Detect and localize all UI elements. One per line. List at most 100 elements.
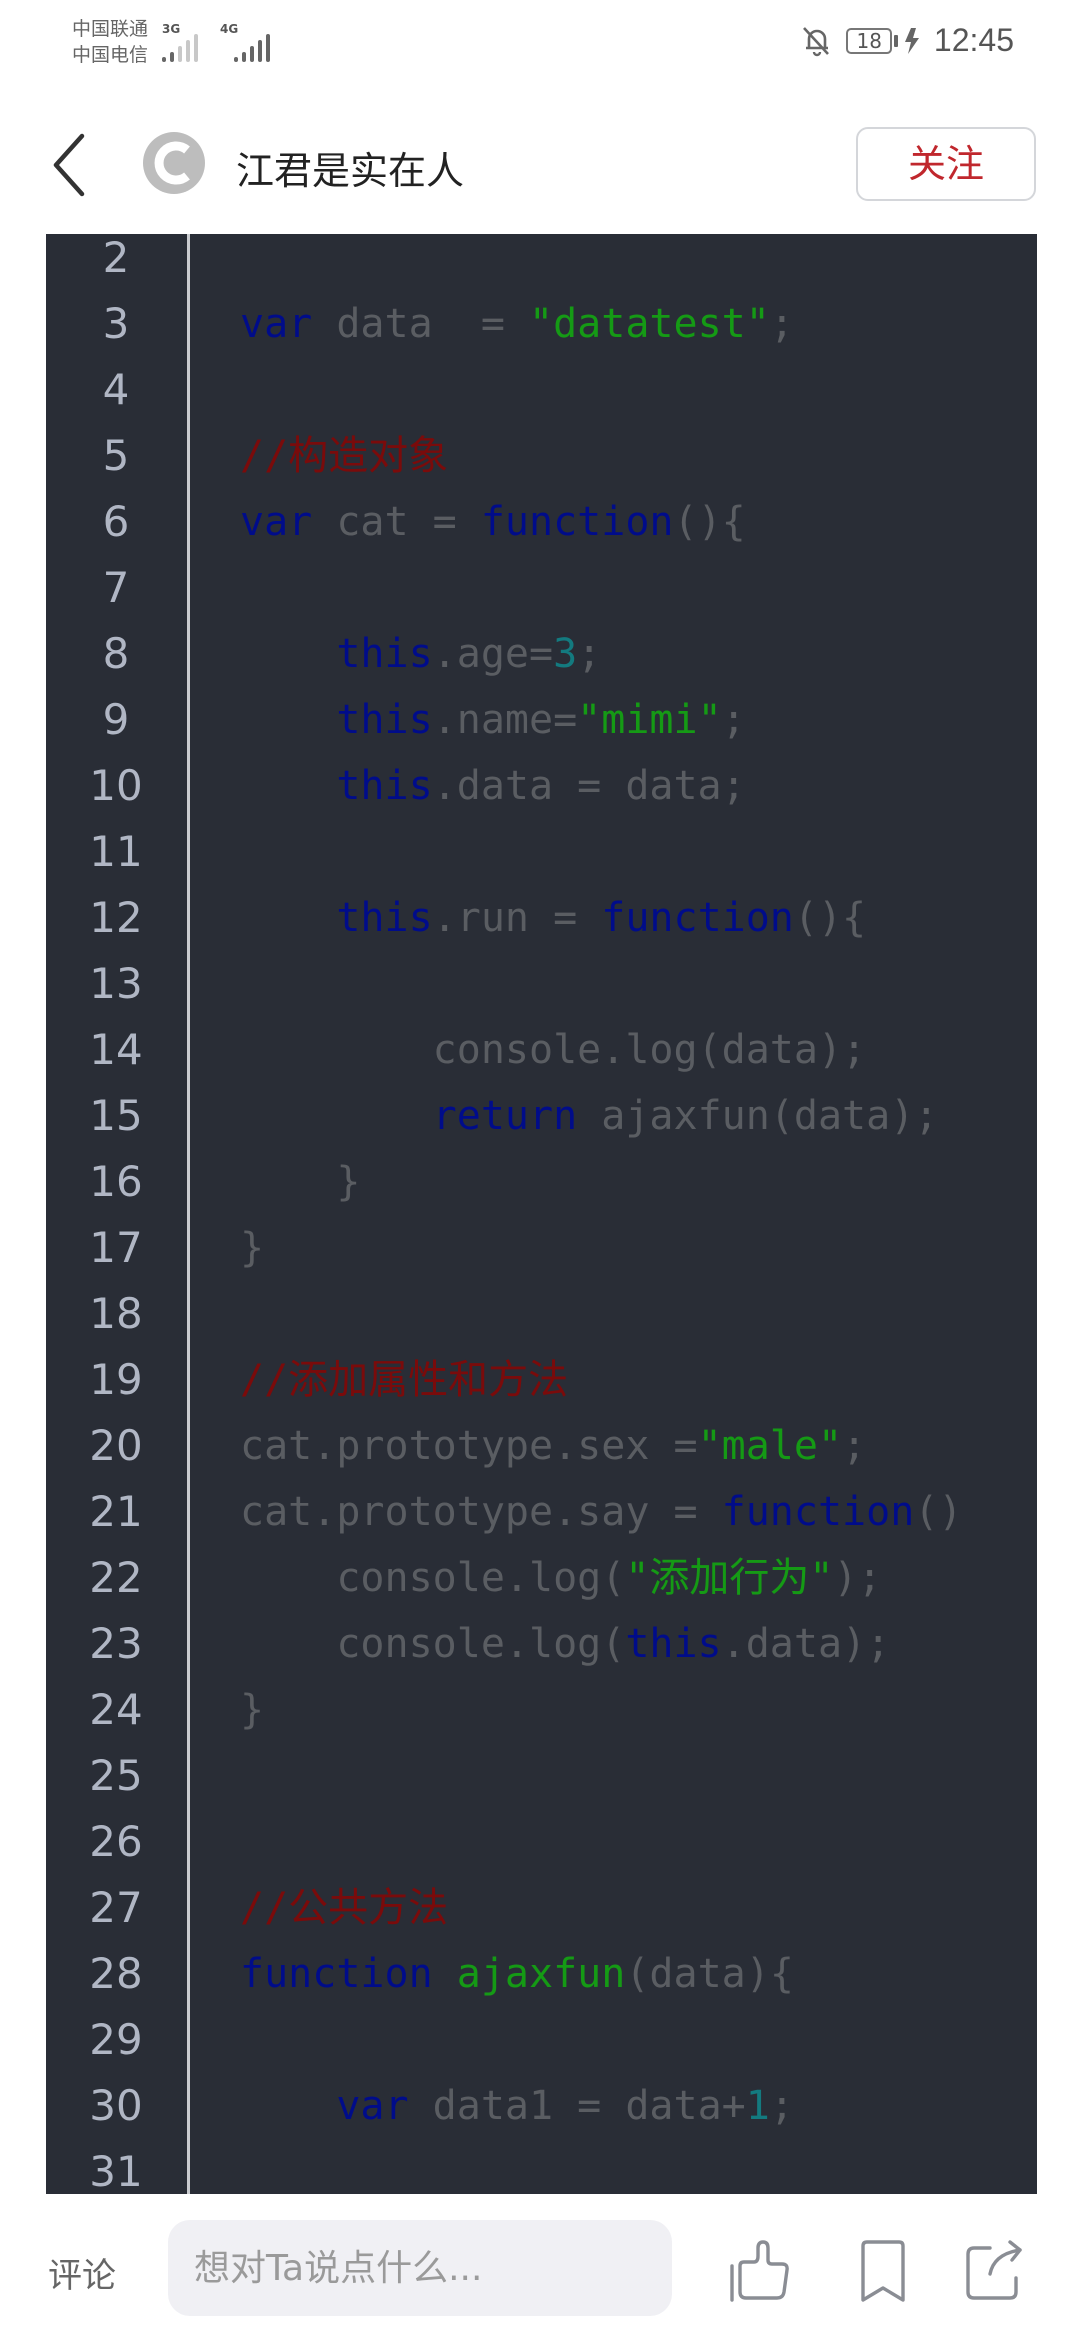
code-token-pl: ; bbox=[721, 697, 746, 743]
line-number: 16 bbox=[89, 1157, 143, 1206]
line-number: 15 bbox=[89, 1091, 143, 1140]
code-token-kw: var bbox=[240, 499, 313, 545]
like-button[interactable] bbox=[728, 2236, 798, 2306]
code-text: this.data = data; bbox=[240, 753, 746, 819]
line-number: 2 bbox=[102, 234, 130, 282]
line-number: 12 bbox=[89, 893, 143, 942]
code-token-kw: return bbox=[432, 1093, 578, 1139]
code-token-cm: //构造对象 bbox=[240, 433, 449, 479]
author-avatar[interactable] bbox=[143, 132, 205, 194]
battery-icon: 18 bbox=[846, 27, 898, 54]
signal-3g-icon: 3G bbox=[162, 22, 198, 62]
code-token-pl: data1 = data+ bbox=[408, 2083, 746, 2129]
line-number: 8 bbox=[102, 629, 130, 678]
code-token-pl: .age= bbox=[432, 631, 554, 677]
code-token-kw: this bbox=[625, 1621, 722, 1667]
code-line: 12 this.run = function(){ bbox=[46, 885, 1037, 951]
share-icon bbox=[966, 2240, 1022, 2300]
code-token-pl: } bbox=[240, 1225, 265, 1271]
code-text: //公共方法 bbox=[240, 1875, 448, 1941]
code-token-cm: //添加属性和方法 bbox=[240, 1357, 569, 1403]
code-line: 24} bbox=[46, 1677, 1037, 1743]
code-token-str: "datatest" bbox=[529, 301, 770, 347]
network-4g-label: 4G bbox=[220, 22, 239, 36]
code-token-pl: console.log( bbox=[240, 1621, 626, 1667]
comment-label[interactable]: 评论 bbox=[48, 2248, 116, 2297]
line-number: 17 bbox=[89, 1223, 143, 1272]
carrier-info: 中国联通 中国电信 bbox=[72, 16, 148, 68]
code-token-fn: ajaxfun bbox=[456, 1951, 626, 1997]
code-text: console.log(this.data); bbox=[240, 1611, 890, 1677]
line-number: 31 bbox=[89, 2147, 143, 2194]
line-number: 5 bbox=[102, 431, 130, 480]
code-line: 15 return ajaxfun(data); bbox=[46, 1083, 1037, 1149]
code-line: 28 function ajaxfun(data){ bbox=[46, 1941, 1037, 2007]
line-number: 23 bbox=[89, 1619, 143, 1668]
code-text: } bbox=[240, 1149, 360, 1215]
code-token-pl: (data){ bbox=[625, 1951, 794, 1997]
code-token-kw: function bbox=[721, 1489, 915, 1535]
line-number: 7 bbox=[102, 563, 130, 612]
code-token-pl: .run = bbox=[432, 895, 602, 941]
line-number: 22 bbox=[89, 1553, 143, 1602]
code-token-num: 3 bbox=[553, 631, 578, 677]
code-line: 17} bbox=[46, 1215, 1037, 1281]
status-right: 18 12:45 bbox=[800, 22, 1014, 59]
line-number: 13 bbox=[89, 959, 143, 1008]
code-text: var cat = function(){ bbox=[240, 489, 746, 555]
code-line: 13 bbox=[46, 951, 1037, 1017]
code-text: console.log(data); bbox=[240, 1017, 866, 1083]
code-token-pl: (){ bbox=[673, 499, 746, 545]
line-number: 9 bbox=[102, 695, 130, 744]
code-token-pl: console.log(data); bbox=[240, 1027, 867, 1073]
code-text: } bbox=[240, 1215, 264, 1281]
signal-4g-icon: 4G bbox=[220, 22, 270, 62]
code-token-num: 1 bbox=[745, 2083, 770, 2129]
code-line: 22 console.log("添加行为"); bbox=[46, 1545, 1037, 1611]
line-number: 27 bbox=[89, 1883, 143, 1932]
comment-input[interactable] bbox=[168, 2220, 672, 2316]
code-token-kw: this bbox=[336, 631, 433, 677]
code-token-kw: this bbox=[336, 895, 433, 941]
code-token-kw: var bbox=[240, 301, 313, 347]
code-token-pl: cat = bbox=[312, 499, 481, 545]
share-button[interactable] bbox=[962, 2236, 1032, 2306]
code-line: 30 var data1 = data+1; bbox=[46, 2073, 1037, 2139]
author-name[interactable]: 江君是实在人 bbox=[236, 140, 464, 195]
code-token-pl: ; bbox=[769, 2083, 794, 2129]
code-line: 19 //添加属性和方法 bbox=[46, 1347, 1037, 1413]
line-number: 19 bbox=[89, 1355, 143, 1404]
c-logo-icon bbox=[154, 141, 190, 185]
line-number: 4 bbox=[102, 365, 130, 414]
line-number: 24 bbox=[89, 1685, 143, 1734]
follow-button[interactable]: 关注 bbox=[856, 127, 1036, 201]
line-number: 29 bbox=[89, 2015, 143, 2064]
line-number: 11 bbox=[89, 827, 143, 876]
code-text: this.name="mimi"; bbox=[240, 687, 746, 753]
mute-bell-icon bbox=[803, 26, 830, 56]
bottom-bar: 评论 bbox=[0, 2200, 1080, 2340]
bookmark-button[interactable] bbox=[848, 2236, 918, 2306]
code-text: return ajaxfun(data); bbox=[240, 1083, 939, 1149]
code-token-pl: cat.prototype.sex = bbox=[240, 1423, 698, 1469]
code-text: cat.prototype.say = function() bbox=[240, 1479, 962, 1545]
line-number: 21 bbox=[89, 1487, 143, 1536]
code-line: 5 //构造对象 bbox=[46, 423, 1037, 489]
code-token-pl: ; bbox=[577, 631, 602, 677]
code-line: 31 bbox=[46, 2139, 1037, 2194]
code-line: 7 bbox=[46, 555, 1037, 621]
code-text: cat.prototype.sex ="male"; bbox=[240, 1413, 866, 1479]
code-token-pl: } bbox=[240, 1687, 265, 1733]
back-button[interactable] bbox=[48, 130, 94, 200]
code-line: 2 bbox=[46, 234, 1037, 291]
code-token-kw: this bbox=[336, 763, 433, 809]
code-token-pl: .data = data; bbox=[432, 763, 746, 809]
code-token-str: "添加行为" bbox=[625, 1555, 834, 1601]
network-3g-label: 3G bbox=[162, 22, 181, 36]
code-line: 11 bbox=[46, 819, 1037, 885]
